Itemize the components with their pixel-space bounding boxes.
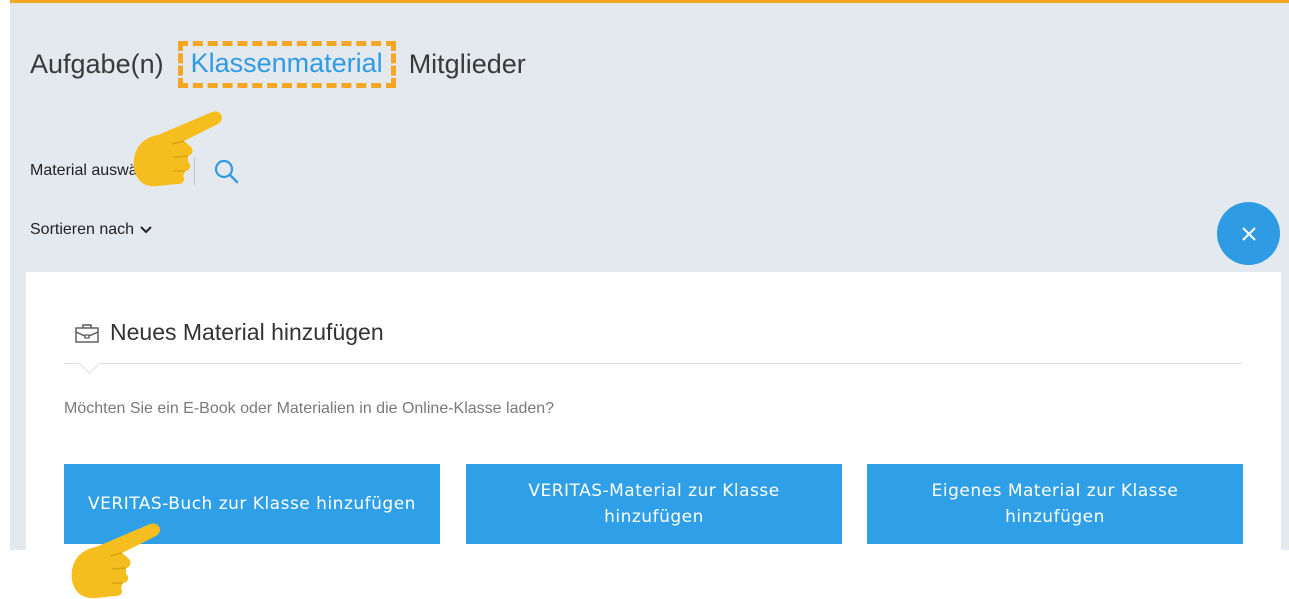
close-icon [1241,226,1256,241]
add-veritas-material-button[interactable]: VERITAS-Material zur Klasse hinzufügen [466,464,842,544]
add-material-panel: Neues Material hinzufügen Möchten Sie ei… [26,272,1281,599]
tab-mitglieder[interactable]: Mitglieder [409,49,526,80]
panel-title: Neues Material hinzufügen [110,319,384,345]
panel-question: Möchten Sie ein E-Book oder Materialien … [64,400,555,417]
briefcase-icon [75,323,99,343]
tab-highlight-frame: Klassenmaterial [177,41,396,88]
pointer-hand-icon [71,523,161,599]
tab-bar: Aufgabe(n) Klassenmaterial Mitglieder [30,41,526,88]
tab-aufgaben[interactable]: Aufgabe(n) [30,49,164,80]
chevron-down-icon [140,226,152,234]
sort-dropdown[interactable]: Sortieren nach [30,221,153,239]
add-own-material-button[interactable]: Eigenes Material zur Klasse hinzufügen [867,464,1243,544]
sort-label: Sortieren nach [30,221,135,238]
pointer-hand-icon [133,111,223,187]
tab-klassenmaterial[interactable]: Klassenmaterial [191,48,383,78]
close-button[interactable] [1217,202,1280,265]
panel-header: Neues Material hinzufügen [74,319,384,346]
panel-notch [78,352,101,375]
panel-divider [64,363,1242,364]
